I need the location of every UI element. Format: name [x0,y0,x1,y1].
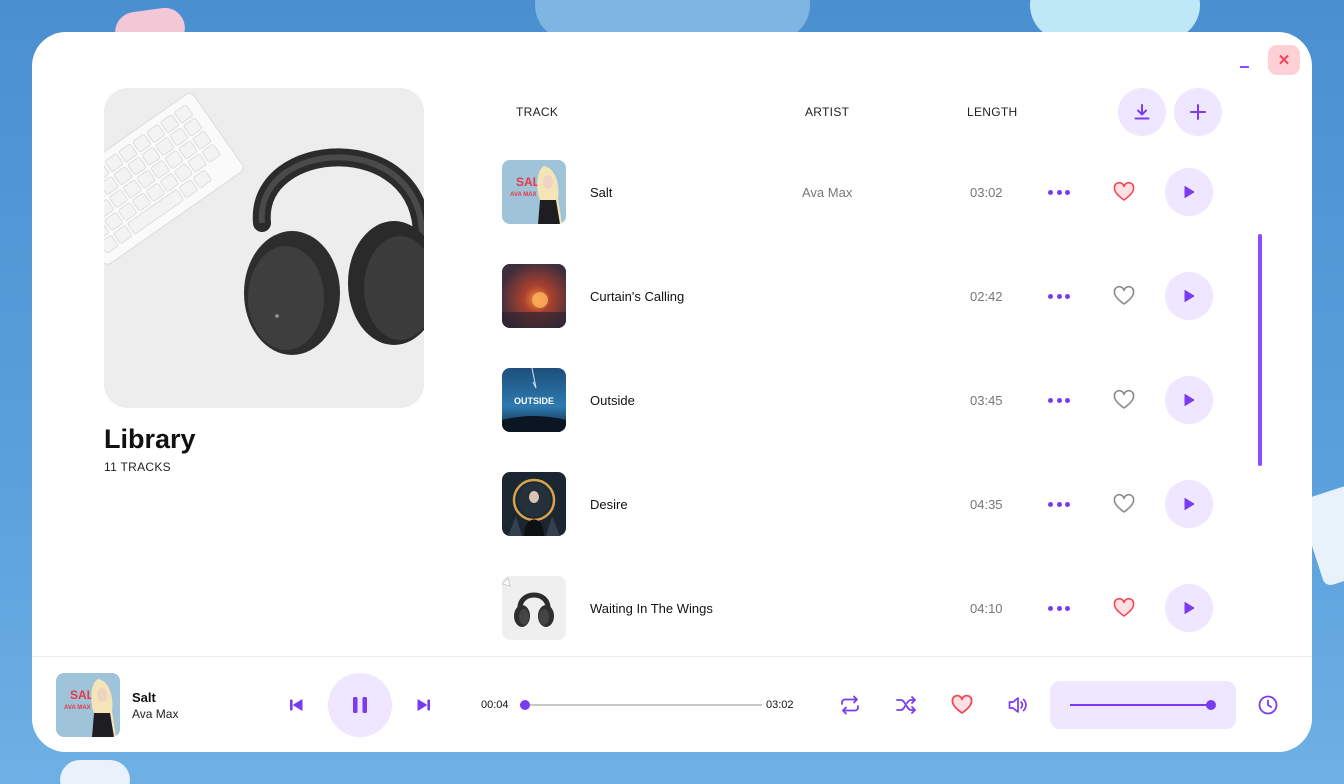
progress-bar[interactable] [520,700,762,710]
track-artwork: OUTSIDE [502,368,566,432]
shuffle-icon [896,696,916,714]
heart-outline-icon [1113,493,1135,513]
player-window: ✕ Library 11 TRACKS TRACK ARTIST LENGTH … [32,32,1312,752]
play-icon [1184,498,1195,510]
play-track-button[interactable] [1165,480,1213,528]
previous-button[interactable] [284,693,308,717]
pause-icon [353,697,367,713]
heart-icon [1113,597,1135,617]
heart-outline-icon [1113,389,1135,409]
track-length: 03:02 [970,185,1003,200]
volume-icon [1008,697,1027,713]
more-dot [1065,293,1070,299]
track-artwork [502,472,566,536]
now-playing-artwork: SALT AVA MAX [56,673,120,737]
volume-button[interactable] [1006,693,1030,717]
more-dot [1048,397,1053,403]
play-track-button[interactable] [1165,168,1213,216]
shuffle-button[interactable] [894,693,918,717]
more-options-button[interactable] [1048,598,1070,618]
like-button[interactable] [1112,180,1136,204]
track-artwork [502,264,566,328]
track-title: Salt [590,185,613,200]
play-icon [1184,394,1195,406]
more-dot [1056,397,1062,403]
play-icon [1184,186,1195,198]
more-dot [1048,501,1053,507]
more-dot [1065,501,1070,507]
volume-panel [1050,681,1236,729]
track-list: SALT AVA MAX Salt Ava Max 03:02 Curtain's Cal… [32,32,1312,656]
track-title: Curtain's Calling [590,289,685,304]
volume-handle[interactable] [1206,700,1216,710]
svg-text:AVA MAX: AVA MAX [64,705,91,711]
pause-button[interactable] [328,673,392,737]
track-list-scrollbar[interactable] [1258,234,1262,466]
track-length: 04:10 [970,601,1003,616]
more-dot [1056,293,1062,299]
play-track-button[interactable] [1165,272,1213,320]
repeat-button[interactable] [838,693,862,717]
heart-icon [951,694,973,714]
more-dot [1065,397,1070,403]
volume-fill [1070,704,1211,706]
track-row[interactable]: Curtain's Calling 02:42 [502,264,1222,328]
more-dot [1056,189,1062,195]
like-button[interactable] [1112,596,1136,620]
skip-previous-icon [290,699,303,711]
favorite-button[interactable] [950,693,974,717]
track-artwork [502,576,566,640]
like-button[interactable] [1112,388,1136,412]
now-playing-artist: Ava Max [132,707,179,721]
now-playing-title: Salt [132,690,156,705]
play-track-button[interactable] [1165,584,1213,632]
track-length: 04:35 [970,497,1003,512]
play-icon [1184,602,1195,614]
progress-handle[interactable] [520,700,531,710]
like-button[interactable] [1112,492,1136,516]
more-dot [1048,189,1053,195]
track-length: 03:45 [970,393,1003,408]
more-dot [1056,605,1062,611]
background-blob [60,760,130,784]
more-options-button[interactable] [1048,286,1070,306]
play-icon [1184,290,1195,302]
track-row[interactable]: Waiting In The Wings 04:10 [502,576,1222,640]
player-bar: SALT AVA MAX Salt Ava Max 00:04 03:02 [32,656,1312,752]
skip-next-icon [417,699,430,711]
svg-text:AVA MAX: AVA MAX [510,192,537,198]
current-time: 00:04 [481,699,509,711]
more-options-button[interactable] [1048,182,1070,202]
track-title: Waiting In The Wings [590,601,713,616]
volume-slider[interactable] [1070,700,1216,710]
more-dot [1065,605,1070,611]
heart-icon [1113,181,1135,201]
more-dot [1056,501,1062,507]
heart-outline-icon [1113,285,1135,305]
track-artist: Ava Max [802,185,853,200]
like-button[interactable] [1112,284,1136,308]
track-title: Desire [590,497,628,512]
svg-text:OUTSIDE: OUTSIDE [514,396,554,406]
track-row[interactable]: OUTSIDE Outside 03:45 [502,368,1222,432]
track-title: Outside [590,393,635,408]
track-artwork: SALT AVA MAX [502,160,566,224]
play-track-button[interactable] [1165,376,1213,424]
more-dot [1065,189,1070,195]
more-dot [1048,605,1053,611]
next-button[interactable] [412,693,436,717]
more-dot [1048,293,1053,299]
repeat-icon [841,695,859,715]
timer-button[interactable] [1256,693,1280,717]
more-options-button[interactable] [1048,390,1070,410]
more-options-button[interactable] [1048,494,1070,514]
track-length: 02:42 [970,289,1003,304]
clock-icon [1258,695,1278,715]
track-row[interactable]: Desire 04:35 [502,472,1222,536]
track-row[interactable]: SALT AVA MAX Salt Ava Max 03:02 [502,160,1222,224]
total-time: 03:02 [766,699,794,711]
